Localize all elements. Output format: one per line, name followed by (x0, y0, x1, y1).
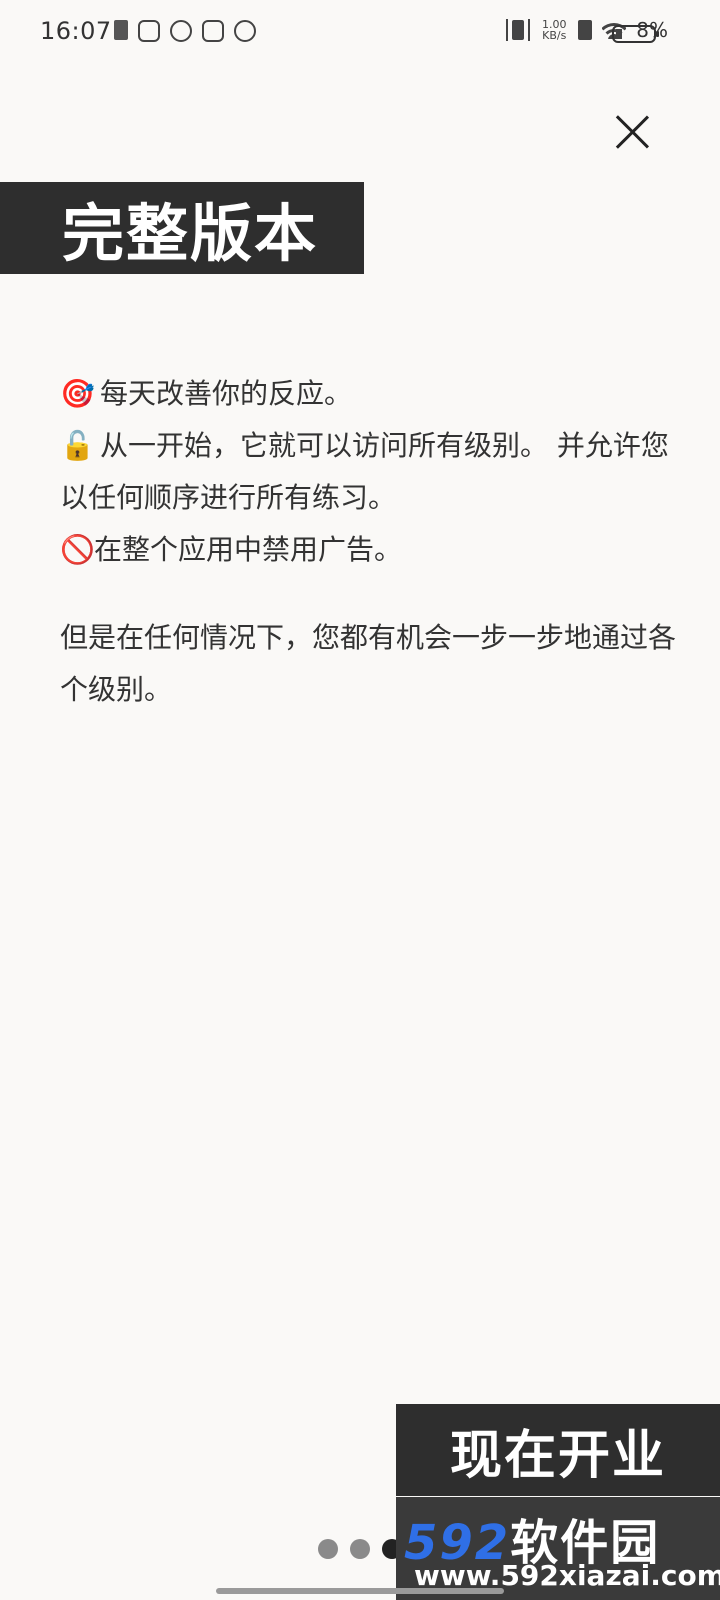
start-now-button[interactable]: 现在开业 (396, 1404, 720, 1496)
feature-text: 在整个应用中禁用广告。 (94, 533, 403, 566)
status-bar: 16:07 1.00 KB/s 8% (0, 0, 720, 66)
vibrate-icon (506, 19, 531, 41)
feature-content: 🎯 每天改善你的反应。 🔓 从一开始，它就可以访问所有级别。 并允许您以任何顺序进行… (60, 368, 680, 716)
video-app-icon (202, 20, 224, 42)
battery-saver-icon (114, 20, 128, 40)
feature-text: 从一开始，它就可以访问所有级别。 并允许您以任何顺序进行所有练习。 (60, 429, 669, 514)
note-text: 但是在任何情况下，您都有机会一步一步地通过各个级别。 (60, 621, 677, 706)
feature-item-no-ads: 🚫在整个应用中禁用广告。 (60, 524, 680, 576)
search-app-icon (138, 20, 160, 42)
no-sim-icon (578, 20, 593, 40)
feature-item-daily: 🎯 每天改善你的反应。 (60, 368, 680, 420)
weibo-icon (234, 20, 256, 42)
feature-text: 每天改善你的反应。 (100, 377, 353, 410)
watermark: 592软件园 www.592xiazai.com (396, 1497, 720, 1600)
title-banner: 完整版本 (0, 182, 364, 274)
prohibited-icon: 🚫 (60, 533, 95, 566)
browser-app-icon (170, 20, 192, 42)
network-speed: 1.00 KB/s (540, 19, 568, 41)
status-time: 16:07 (40, 17, 112, 45)
notification-icons (114, 20, 256, 42)
close-button[interactable] (614, 114, 650, 150)
target-icon: 🎯 (60, 377, 95, 410)
battery-icon (612, 25, 659, 43)
unlock-icon: 🔓 (60, 429, 95, 462)
page-dot-1 (318, 1539, 338, 1559)
network-speed-unit: KB/s (542, 29, 567, 42)
page-title: 完整版本 (62, 197, 319, 270)
feature-item-unlock: 🔓 从一开始，它就可以访问所有级别。 并允许您以任何顺序进行所有练习。 (60, 420, 680, 524)
page-indicator (318, 1539, 402, 1559)
home-indicator[interactable] (216, 1588, 504, 1594)
page-dot-2 (350, 1539, 370, 1559)
